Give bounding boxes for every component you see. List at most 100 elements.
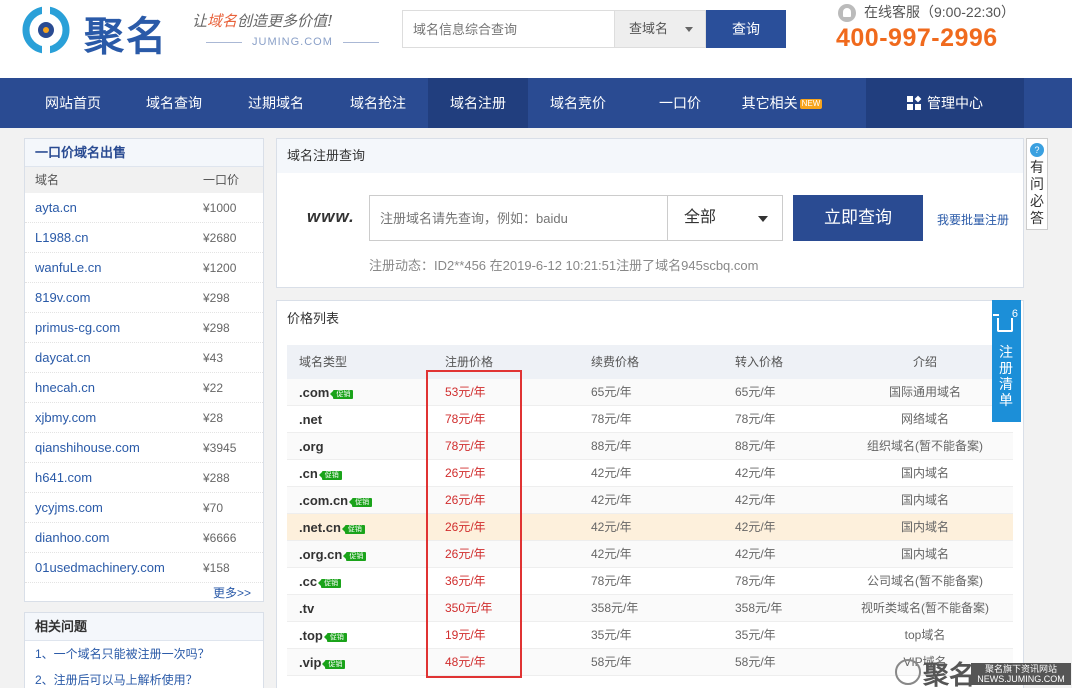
price-row: .cn 促销 26元/年 42元/年 42元/年 国内域名	[287, 460, 1013, 487]
sale-domain[interactable]: L1988.cn	[35, 223, 89, 253]
suffix-intro: 视听类域名(暂不能备案)	[861, 601, 989, 615]
customer-service-icon	[838, 4, 856, 23]
sale-row[interactable]: hnecah.cn ¥22	[25, 373, 263, 403]
col-intro: 介绍	[912, 355, 937, 369]
sale-domain[interactable]: wanfuLe.cn	[35, 253, 102, 283]
sale-price: ¥70	[203, 501, 224, 515]
sale-row[interactable]: ayta.cn ¥1000	[25, 193, 263, 223]
header-search-button[interactable]: 查询	[706, 10, 786, 48]
price-row: .net.cn 促销 26元/年 42元/年 42元/年 国内域名	[287, 514, 1013, 541]
sale-domain[interactable]: hnecah.cn	[35, 373, 95, 403]
sale-domain[interactable]: 819v.com	[35, 283, 90, 313]
register-price: 26元/年	[445, 547, 486, 561]
nav-fixed-price[interactable]: 一口价	[630, 78, 730, 128]
sale-row[interactable]: h641.com ¥288	[25, 463, 263, 493]
nav-domain-register[interactable]: 域名注册	[428, 78, 528, 128]
renew-price: 358元/年	[591, 601, 639, 615]
suffix-select[interactable]: 全部	[667, 195, 783, 241]
promo-badge: 促销	[323, 633, 347, 642]
watermark-banner: 聚名旗下资讯网站 NEWS.JUMING.COM	[971, 663, 1071, 685]
sale-row[interactable]: 01usedmachinery.com ¥158	[25, 553, 263, 583]
sale-row[interactable]: L1988.cn ¥2680	[25, 223, 263, 253]
nav-manage-center[interactable]: 管理中心	[866, 78, 1024, 128]
sale-domain[interactable]: primus-cg.com	[35, 313, 120, 343]
question-link[interactable]: 1、一个域名只能被注册一次吗？	[25, 641, 263, 667]
sale-domain[interactable]: 01usedmachinery.com	[35, 553, 165, 583]
header-search-input[interactable]	[402, 10, 614, 48]
online-service[interactable]: 在线客服（9:00-22:30）	[838, 2, 1015, 23]
sale-row[interactable]: ycyjms.com ¥70	[25, 493, 263, 523]
nav-home[interactable]: 网站首页	[24, 78, 122, 128]
sale-row[interactable]: qianshihouse.com ¥3945	[25, 433, 263, 463]
renew-price: 88元/年	[591, 439, 632, 453]
sale-list: ayta.cn ¥1000 L1988.cn ¥2680 wanfuLe.cn ¥1200…	[25, 193, 263, 583]
sale-domain[interactable]: dianhoo.com	[35, 523, 109, 553]
domain-suffix: .com 促销	[299, 379, 354, 406]
transfer-price: 78元/年	[735, 412, 776, 426]
sale-price: ¥2680	[203, 231, 237, 245]
question-link[interactable]: 2、注册后可以马上解析使用？	[25, 667, 263, 688]
sale-domain[interactable]: qianshihouse.com	[35, 433, 140, 463]
col-renew-price: 续费价格	[591, 355, 640, 369]
nav-other[interactable]: 其它相关 NEW	[732, 78, 832, 128]
chevron-down-icon	[685, 27, 693, 32]
renew-price: 42元/年	[591, 466, 632, 480]
sale-row[interactable]: daycat.cn ¥43	[25, 343, 263, 373]
register-activity: 注册动态：ID2**456 在2019-6-12 10:21:51注册了域名94…	[369, 258, 759, 273]
price-table: 域名类型 注册价格 续费价格 转入价格 介绍 .com 促销 53元/年 65元/年 6…	[287, 345, 1013, 676]
sale-row[interactable]: 819v.com ¥298	[25, 283, 263, 313]
register-price: 36元/年	[445, 574, 486, 588]
batch-register-link[interactable]: 我要批量注册	[937, 211, 1009, 228]
sale-row[interactable]: dianhoo.com ¥6666	[25, 523, 263, 553]
sale-price: ¥3945	[203, 441, 237, 455]
sale-domain[interactable]: daycat.cn	[35, 343, 91, 373]
watermark-logo-icon	[895, 659, 921, 685]
faq-widget[interactable]: ? 有问必答	[1026, 138, 1048, 230]
cart-label: 注册清单	[999, 344, 1013, 408]
transfer-price: 78元/年	[735, 574, 776, 588]
juming-logo-icon[interactable]	[22, 6, 82, 54]
sale-domain[interactable]: h641.com	[35, 463, 92, 493]
www-prefix: www.	[307, 207, 355, 226]
nav-domain-auction[interactable]: 域名竞价	[530, 78, 626, 128]
price-list-panel: 价格列表 域名类型 注册价格 续费价格 转入价格 介绍 .com 促销 53元/年 6…	[276, 300, 1024, 688]
brand-name[interactable]: 聚名	[84, 4, 168, 62]
renew-price: 42元/年	[591, 520, 632, 534]
sale-domain[interactable]: ycyjms.com	[35, 493, 103, 523]
more-link[interactable]: 更多>>	[213, 584, 251, 601]
renew-price: 78元/年	[591, 574, 632, 588]
nav-expired-domains[interactable]: 过期域名	[226, 78, 326, 128]
register-cart[interactable]: 6 注册清单	[992, 300, 1021, 422]
suffix-select-value: 全部	[684, 209, 717, 226]
renew-price: 78元/年	[591, 412, 632, 426]
new-badge: NEW	[799, 99, 823, 109]
domain-suffix: .cn 促销	[299, 460, 342, 487]
nav-domain-search[interactable]: 域名查询	[124, 78, 224, 128]
sale-domain[interactable]: xjbmy.com	[35, 403, 96, 433]
watermark-line1: 聚名旗下资讯网站	[984, 664, 1057, 674]
sale-row[interactable]: primus-cg.com ¥298	[25, 313, 263, 343]
domain-suffix: .cc 促销	[299, 568, 342, 595]
sale-panel-header: 域名 一口价	[25, 167, 263, 193]
nav-domain-backorder[interactable]: 域名抢注	[328, 78, 428, 128]
renew-price: 35元/年	[591, 628, 632, 642]
register-domain-input[interactable]	[369, 195, 667, 241]
question-icon: ?	[1030, 143, 1044, 157]
sale-domain[interactable]: ayta.cn	[35, 193, 77, 223]
related-questions-title: 相关问题	[25, 613, 263, 641]
suffix-intro: top域名	[904, 628, 946, 642]
suffix-text: .org	[299, 439, 324, 454]
sale-row[interactable]: xjbmy.com ¥28	[25, 403, 263, 433]
query-now-button[interactable]: 立即查询	[793, 195, 923, 241]
sale-price: ¥1000	[203, 201, 237, 215]
sale-row[interactable]: wanfuLe.cn ¥1200	[25, 253, 263, 283]
watermark-line2: NEWS.JUMING.COM	[977, 674, 1065, 684]
col-domain: 域名	[35, 173, 60, 187]
sale-price: ¥28	[203, 411, 224, 425]
search-type-select[interactable]: 查域名	[614, 10, 706, 48]
service-hours: 在线客服（9:00-22:30）	[864, 4, 1015, 20]
cart-icon	[993, 314, 1013, 332]
register-panel-title: 域名注册查询	[277, 139, 1023, 173]
col-price: 一口价	[203, 173, 240, 187]
price-list-title: 价格列表	[287, 311, 340, 326]
